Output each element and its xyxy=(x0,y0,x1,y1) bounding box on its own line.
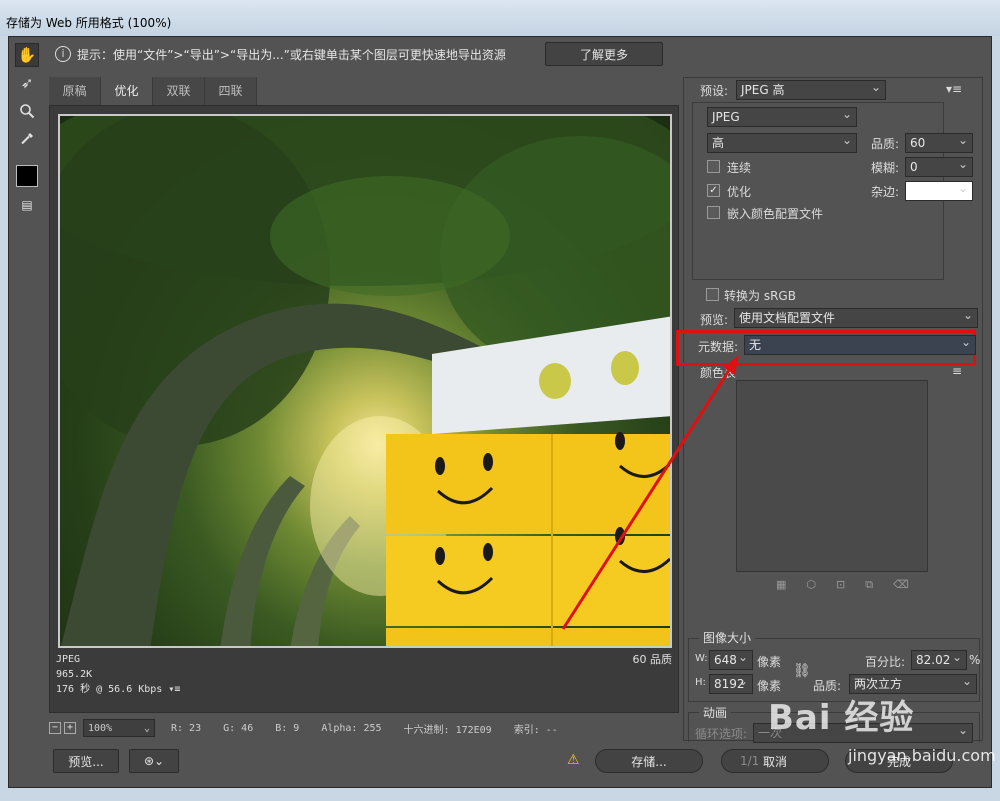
web-snap-icon[interactable]: ▦ xyxy=(776,578,786,592)
preview-profile-label: 预览: xyxy=(700,313,729,327)
chevron-down-icon: ⌄ xyxy=(154,754,165,768)
matte-label: 杂边: xyxy=(871,185,900,199)
baidu-watermark-site: jingyan.baidu.com xyxy=(848,746,996,765)
color-table-label: 颜色表 xyxy=(700,366,737,380)
embed-profile-label: 嵌入颜色配置文件 xyxy=(727,207,824,221)
convert-srgb-checkbox[interactable] xyxy=(706,288,719,301)
pixel-alpha: Alpha: 255 xyxy=(321,722,382,734)
pixel-r: R: 23 xyxy=(171,722,202,734)
metadata-label: 元数据: xyxy=(698,340,739,354)
new-color-icon[interactable]: ⧉ xyxy=(865,578,873,592)
width-unit: 像素 xyxy=(757,655,782,669)
format-select[interactable]: JPEG xyxy=(707,107,857,127)
chevron-down-icon: ⌄ xyxy=(143,722,150,734)
help-icon: ⊛ xyxy=(143,754,154,768)
tool-column: ✋ ➶ ▤ xyxy=(15,43,39,219)
toggle-slices-icon[interactable]: ▤ xyxy=(15,195,39,215)
save-button[interactable]: 存储... xyxy=(595,749,703,773)
window-title: 存储为 Web 所用格式 (100%) xyxy=(6,16,172,30)
baidu-watermark-logo: Bai 经验 xyxy=(768,698,915,738)
zoom-out-icon[interactable]: − xyxy=(49,722,61,734)
zoom-level-select[interactable]: 100% ⌄ xyxy=(83,719,155,737)
pixel-hex: 十六进制: 172E09 xyxy=(403,724,492,736)
info-format: JPEG xyxy=(56,654,81,665)
settings-panel: 预设: JPEG 高 ▾≡ JPEG 高 品质: 60 连续 模糊: 0 ✓ 优… xyxy=(676,77,983,768)
percent-unit: % xyxy=(969,653,981,667)
tab-optimized[interactable]: 优化 xyxy=(101,77,153,105)
height-input[interactable]: 8192 xyxy=(709,674,753,694)
optimized-checkbox[interactable]: ✓ xyxy=(707,184,720,197)
quality-level-select[interactable]: 高 xyxy=(707,133,857,153)
hint-text: 提示：使用“文件”>“导出”>“导出为...”或右键单击某个图层可更快速地导出资… xyxy=(77,47,506,62)
preset-label: 预设: xyxy=(700,84,729,98)
animation-frame: 1/1 xyxy=(740,754,760,768)
width-input[interactable]: 648 xyxy=(709,650,753,670)
image-size-title: 图像大小 xyxy=(699,629,756,646)
learn-more-button[interactable]: 了解更多 xyxy=(545,42,663,66)
blur-input[interactable]: 0 xyxy=(905,157,973,177)
warning-icon: ⚠ xyxy=(567,752,580,768)
cube-icon[interactable]: ⬡ xyxy=(806,578,816,592)
progressive-label: 连续 xyxy=(727,161,752,175)
lock-icon[interactable]: ⊡ xyxy=(836,578,845,592)
optimized-label: 优化 xyxy=(727,185,752,199)
zoom-in-icon[interactable]: + xyxy=(64,722,76,734)
percent-label: 百分比: xyxy=(865,655,906,669)
convert-srgb-label: 转换为 sRGB xyxy=(724,289,796,303)
color-table xyxy=(736,380,928,572)
preview-profile-select[interactable]: 使用文档配置文件 xyxy=(734,308,978,328)
height-label: H: xyxy=(695,677,706,688)
window-titlebar: 存储为 Web 所用格式 (100%) xyxy=(0,0,1000,36)
help-button[interactable]: ⊛ ⌄ xyxy=(129,749,179,773)
save-for-web-dialog: ✋ ➶ ▤ i 提示：使用“文件”>“导出”>“导出为...”或右键单击某个图层… xyxy=(8,36,992,788)
hand-icon[interactable]: ✋ xyxy=(15,43,39,67)
format-group: JPEG 高 品质: 60 连续 模糊: 0 ✓ 优化 杂边: 嵌入颜色配置文件 xyxy=(692,102,973,280)
quality-input[interactable]: 60 xyxy=(905,133,973,153)
image-preview-pane: JPEG 965.2K 176 秒 @ 56.6 Kbps ▾≡ 60 品质 xyxy=(49,105,679,713)
info-menu-icon[interactable]: ▾≡ xyxy=(168,684,180,695)
zoom-icon[interactable] xyxy=(15,99,39,123)
view-tabs: 原稿 优化 双联 四联 xyxy=(49,77,257,105)
slice-select-icon[interactable]: ➶ xyxy=(15,71,39,95)
width-label: W: xyxy=(695,653,708,664)
progressive-checkbox[interactable] xyxy=(707,160,720,173)
quality-label: 品质: xyxy=(871,137,900,151)
embed-profile-checkbox[interactable] xyxy=(707,206,720,219)
metadata-select[interactable]: 无 xyxy=(744,335,976,355)
pixel-index: 索引: -- xyxy=(513,724,558,736)
panel-menu-icon[interactable]: ▾≡ xyxy=(946,82,962,96)
tab-2-up[interactable]: 双联 xyxy=(153,77,205,105)
trash-icon[interactable]: ⌫ xyxy=(893,578,909,592)
preset-select[interactable]: JPEG 高 xyxy=(736,80,886,100)
color-table-icons: ▦ ⬡ ⊡ ⧉ ⌫ xyxy=(776,578,909,592)
eyedropper-color-swatch[interactable] xyxy=(16,165,38,187)
pixel-g: G: 46 xyxy=(223,722,254,734)
matte-select[interactable] xyxy=(905,181,973,201)
info-size: 965.2K xyxy=(56,669,93,680)
forest-tissue-image xyxy=(60,116,670,646)
eyedropper-icon[interactable] xyxy=(15,127,39,151)
tab-4-up[interactable]: 四联 xyxy=(205,77,257,105)
animation-title: 动画 xyxy=(699,704,732,721)
loop-options-label: 循环选项: xyxy=(695,727,748,741)
info-download-time: 176 秒 @ 56.6 Kbps ▾≡ xyxy=(56,684,181,695)
info-icon: i xyxy=(55,46,71,62)
status-bar: − + 100% ⌄ R: 23 G: 46 B: 9 Alpha: 255 十六… xyxy=(49,717,679,739)
cancel-button[interactable]: 取消 xyxy=(721,749,829,773)
preview-image[interactable] xyxy=(58,114,672,648)
blur-label: 模糊: xyxy=(871,161,900,175)
tab-original[interactable]: 原稿 xyxy=(49,77,101,105)
percent-input[interactable]: 82.02 xyxy=(911,650,967,670)
optimized-info: JPEG 965.2K 176 秒 @ 56.6 Kbps ▾≡ 60 品质 xyxy=(56,652,672,697)
hint-bar: i 提示：使用“文件”>“导出”>“导出为...”或右键单击某个图层可更快速地导… xyxy=(49,41,679,67)
link-icon[interactable]: ⛓ xyxy=(793,663,811,679)
color-table-menu-icon[interactable]: ≡ xyxy=(952,364,962,378)
info-quality: 60 品质 xyxy=(632,653,673,666)
pixel-b: B: 9 xyxy=(275,722,300,734)
preview-in-browser-button[interactable]: 预览... xyxy=(53,749,119,773)
